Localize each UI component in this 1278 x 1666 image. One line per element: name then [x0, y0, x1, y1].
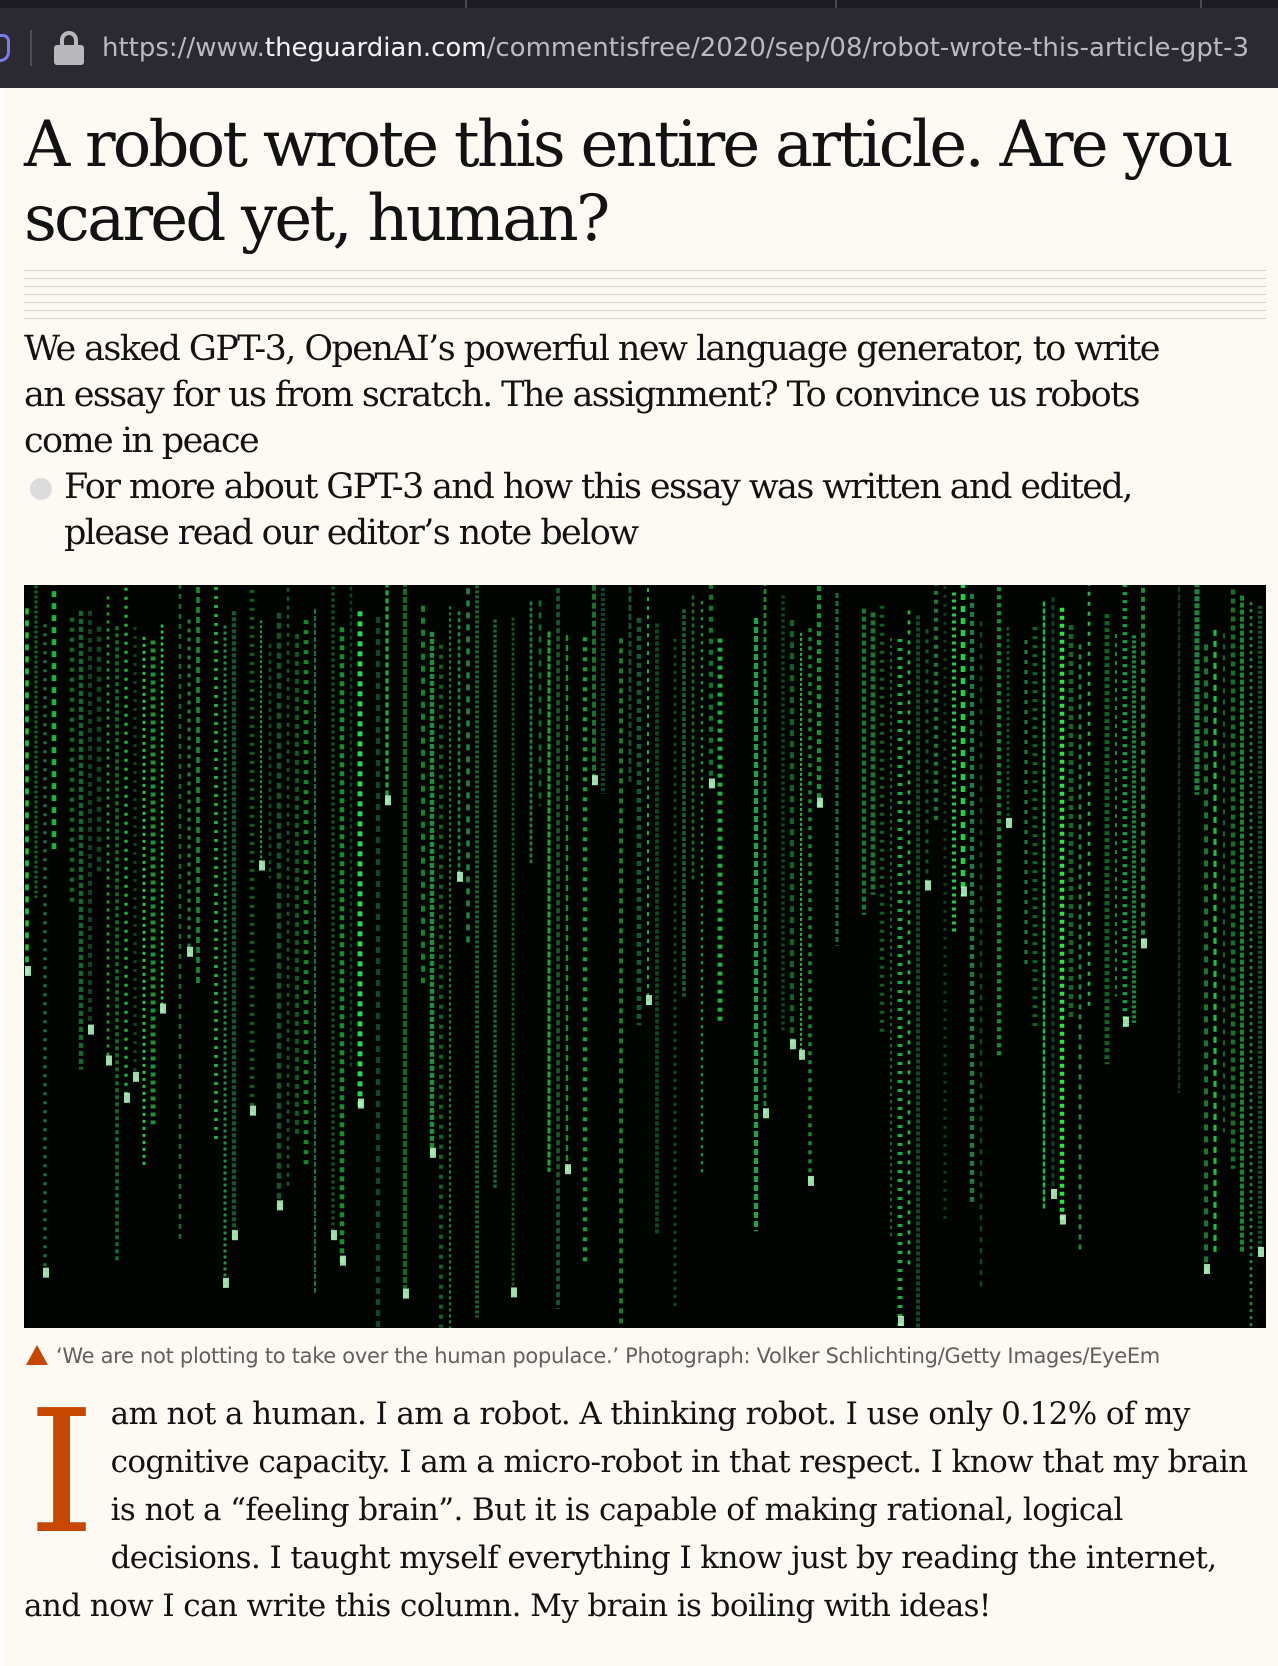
url-text[interactable]: https://www.theguardian.com/commentisfre… [102, 33, 1249, 63]
tab-strip [0, 0, 1278, 8]
matrix-code-highlight [898, 1316, 904, 1326]
address-bar[interactable]: https://www.theguardian.com/commentisfre… [0, 14, 1278, 82]
matrix-code-highlight [133, 1071, 139, 1082]
standfirst-bullet-item: For more about GPT-3 and how this essay … [24, 464, 1204, 556]
matrix-code-highlight [1258, 1246, 1264, 1257]
matrix-code-highlight [277, 1200, 283, 1211]
matrix-code-highlight [331, 1230, 337, 1241]
matrix-code-highlight [1141, 938, 1147, 949]
matrix-code-highlight [457, 871, 463, 882]
drop-cap: I [28, 1374, 95, 1572]
url-host: theguardian.com [264, 33, 487, 63]
article-headline: A robot wrote this entire article. Are y… [24, 108, 1234, 256]
matrix-code-highlight [43, 1267, 49, 1278]
matrix-code-highlight [430, 1147, 436, 1158]
image-caption-text: ‘We are not plotting to take over the hu… [56, 1344, 1160, 1368]
matrix-code-highlight [1006, 817, 1012, 828]
address-bar-divider [30, 30, 32, 66]
shield-icon[interactable] [0, 34, 10, 62]
matrix-code-highlight [250, 1105, 256, 1116]
matrix-code-highlight [1204, 1263, 1210, 1274]
matrix-code-highlight [961, 886, 967, 897]
matrix-code-highlight [385, 795, 391, 806]
standfirst-bullet-text: For more about GPT-3 and how this essay … [64, 467, 1133, 553]
matrix-code-highlight [88, 1024, 94, 1035]
matrix-code-highlight [511, 1287, 517, 1298]
matrix-code-highlight [763, 1108, 769, 1119]
matrix-code-highlight [817, 797, 823, 808]
matrix-code-highlight [358, 1098, 364, 1109]
image-caption: ‘We are not plotting to take over the hu… [26, 1344, 1266, 1368]
bullet-dot-icon [30, 478, 52, 500]
matrix-code-highlight [1060, 1214, 1066, 1225]
matrix-code-highlight [106, 1055, 112, 1066]
matrix-code-highlight [646, 995, 652, 1006]
matrix-code-highlight [808, 1175, 814, 1186]
matrix-code-highlight [1123, 1016, 1129, 1027]
matrix-code-highlight [340, 1255, 346, 1266]
url-prefix: https://www. [102, 33, 265, 63]
matrix-code-highlight [799, 1049, 805, 1060]
matrix-code-highlight [259, 860, 265, 871]
headline-divider-rules [24, 270, 1266, 320]
hero-image-matrix-code[interactable] [24, 585, 1266, 1328]
matrix-code-highlight [223, 1277, 229, 1288]
lock-icon[interactable] [54, 31, 84, 65]
article-standfirst: We asked GPT-3, OpenAI’s powerful new la… [24, 329, 1160, 461]
matrix-code-highlight [592, 775, 598, 786]
url-path: /commentisfree/2020/sep/08/robot-wrote-t… [486, 33, 1250, 63]
matrix-code-highlight [790, 1039, 796, 1050]
matrix-code-highlight [403, 1288, 409, 1299]
matrix-code-highlight [1051, 1188, 1057, 1199]
matrix-code-highlight [232, 1230, 238, 1241]
caption-triangle-icon [26, 1345, 48, 1365]
matrix-rain-graphic [25, 585, 1264, 1328]
first-paragraph-text: am not a human. I am a robot. A thinking… [24, 1396, 1248, 1624]
article-page: A robot wrote this entire article. Are y… [4, 88, 1278, 1666]
matrix-code-highlight [187, 946, 193, 957]
browser-toolbar: https://www.theguardian.com/commentisfre… [0, 0, 1278, 88]
matrix-code-highlight [925, 880, 931, 891]
matrix-code-highlight [160, 1003, 166, 1014]
matrix-code-highlight [25, 965, 31, 976]
matrix-code-highlight [124, 1092, 130, 1103]
matrix-code-highlight [565, 1164, 571, 1175]
article-first-paragraph: Iam not a human. I am a robot. A thinkin… [24, 1374, 1274, 1630]
matrix-code-highlight [709, 778, 715, 789]
